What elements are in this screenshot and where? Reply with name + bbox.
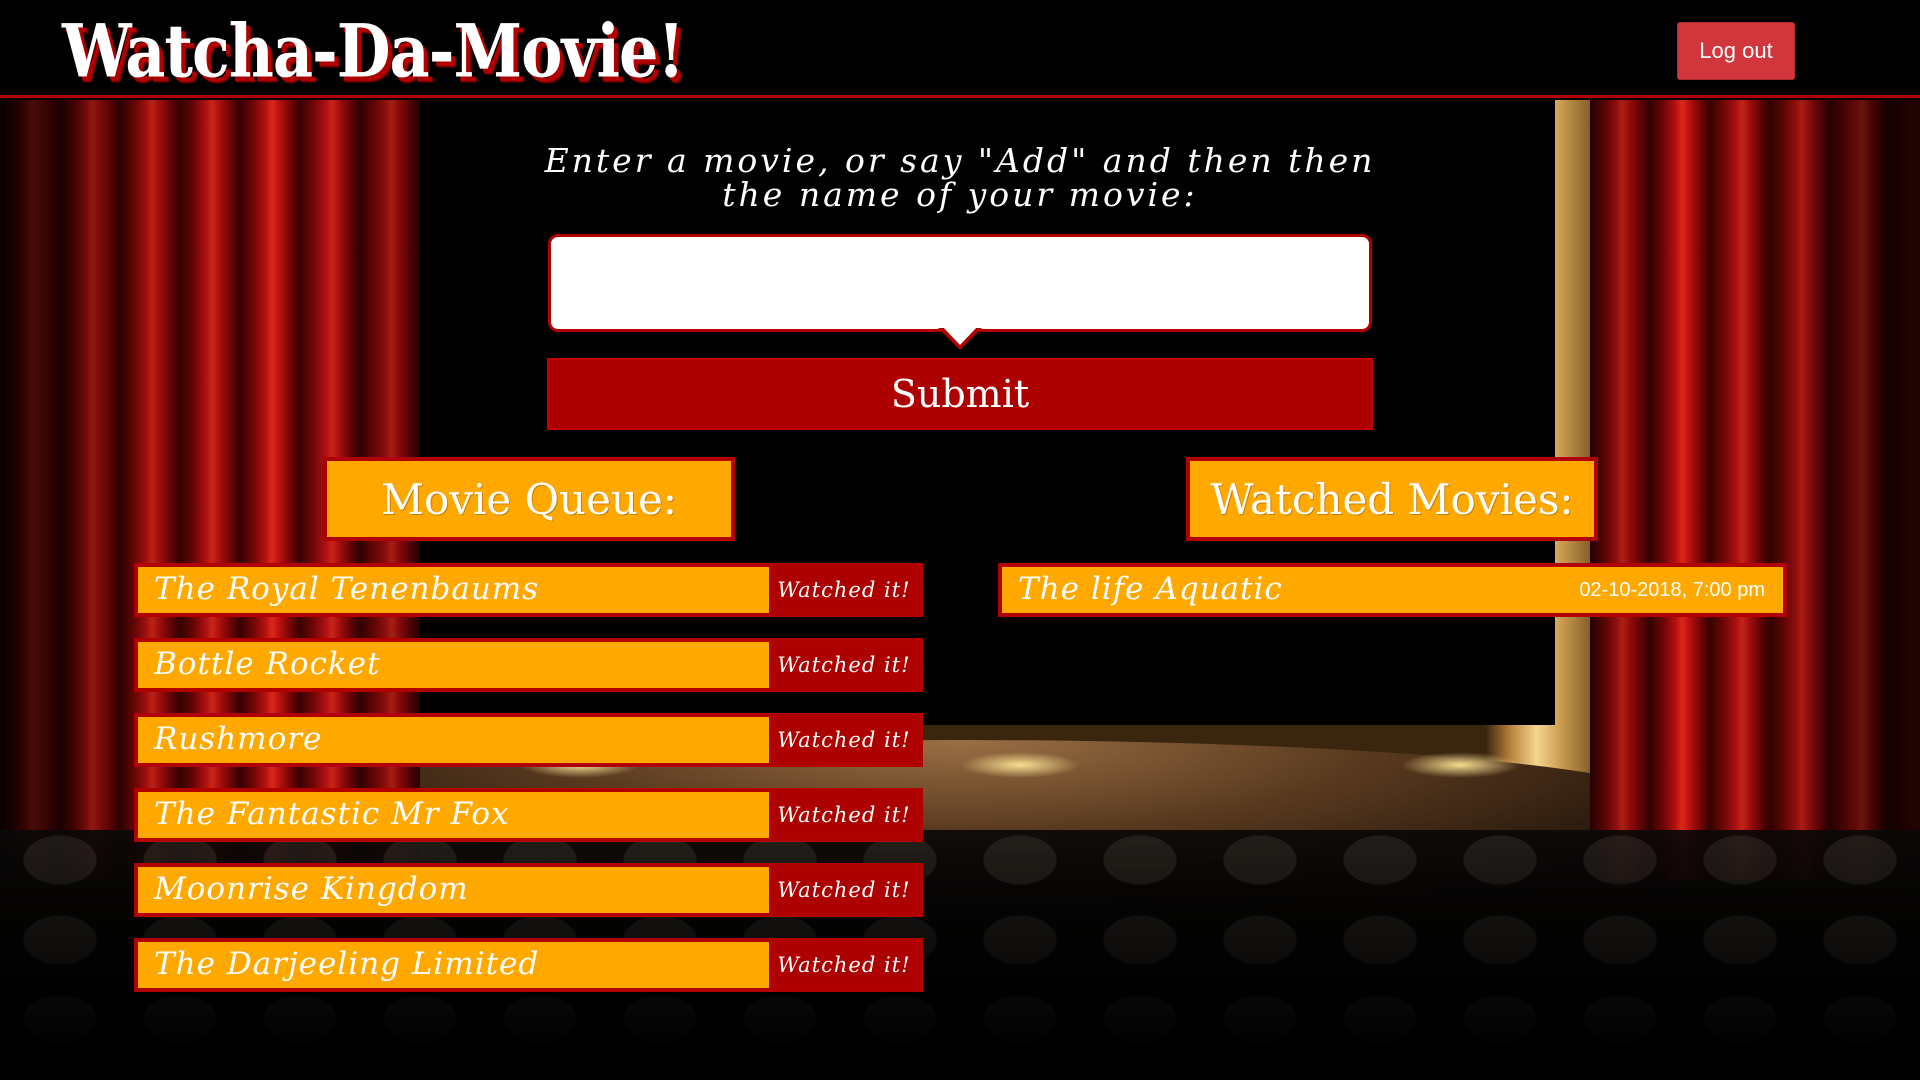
movie-input-bubble xyxy=(548,234,1372,350)
watched-item-title: The life Aquatic xyxy=(1018,571,1283,607)
queue-item: Moonrise Kingdom Watched it! xyxy=(134,863,923,917)
queue-item-title: The Darjeeling Limited xyxy=(154,946,540,982)
app-logo: Watcha-Da-Movie! xyxy=(62,8,685,95)
queue-item: The Royal Tenenbaums Watched it! xyxy=(134,563,923,617)
movie-queue-heading: Movie Queue: xyxy=(323,457,735,541)
queue-item: The Darjeeling Limited Watched it! xyxy=(134,938,923,992)
movie-prompt: Enter a movie, or say "Add" and then the… xyxy=(480,144,1440,212)
queue-item-title: The Fantastic Mr Fox xyxy=(154,796,510,832)
watched-it-button[interactable]: Watched it! xyxy=(769,942,919,988)
queue-item: Rushmore Watched it! xyxy=(134,713,923,767)
top-header: Watcha-Da-Movie! Log out xyxy=(0,0,1920,98)
queue-item-title: Rushmore xyxy=(154,721,323,757)
prompt-line-2: the name of your movie: xyxy=(722,175,1198,214)
watched-item: The life Aquatic 02-10-2018, 7:00 pm xyxy=(998,563,1787,617)
watched-movies-list: The life Aquatic 02-10-2018, 7:00 pm xyxy=(998,563,1787,638)
logout-button[interactable]: Log out xyxy=(1677,22,1795,80)
watched-it-button[interactable]: Watched it! xyxy=(769,642,919,688)
queue-item-title: Moonrise Kingdom xyxy=(154,871,469,907)
stage-light xyxy=(960,752,1080,778)
watched-it-button[interactable]: Watched it! xyxy=(769,717,919,763)
watched-it-button[interactable]: Watched it! xyxy=(769,867,919,913)
watched-it-button[interactable]: Watched it! xyxy=(769,792,919,838)
movie-queue-list: The Royal Tenenbaums Watched it! Bottle … xyxy=(134,563,923,1013)
queue-item: Bottle Rocket Watched it! xyxy=(134,638,923,692)
queue-item-title: The Royal Tenenbaums xyxy=(154,571,540,607)
watched-it-button[interactable]: Watched it! xyxy=(769,567,919,613)
prompt-line-1: Enter a movie, or say "Add" and then the… xyxy=(544,141,1376,180)
queue-item-title: Bottle Rocket xyxy=(154,646,381,682)
queue-item: The Fantastic Mr Fox Watched it! xyxy=(134,788,923,842)
stage-light xyxy=(1400,752,1520,778)
movie-input[interactable] xyxy=(548,234,1372,332)
submit-button[interactable]: Submit xyxy=(547,358,1373,430)
watched-item-date: 02-10-2018, 7:00 pm xyxy=(1579,579,1765,601)
watched-movies-heading: Watched Movies: xyxy=(1186,457,1598,541)
